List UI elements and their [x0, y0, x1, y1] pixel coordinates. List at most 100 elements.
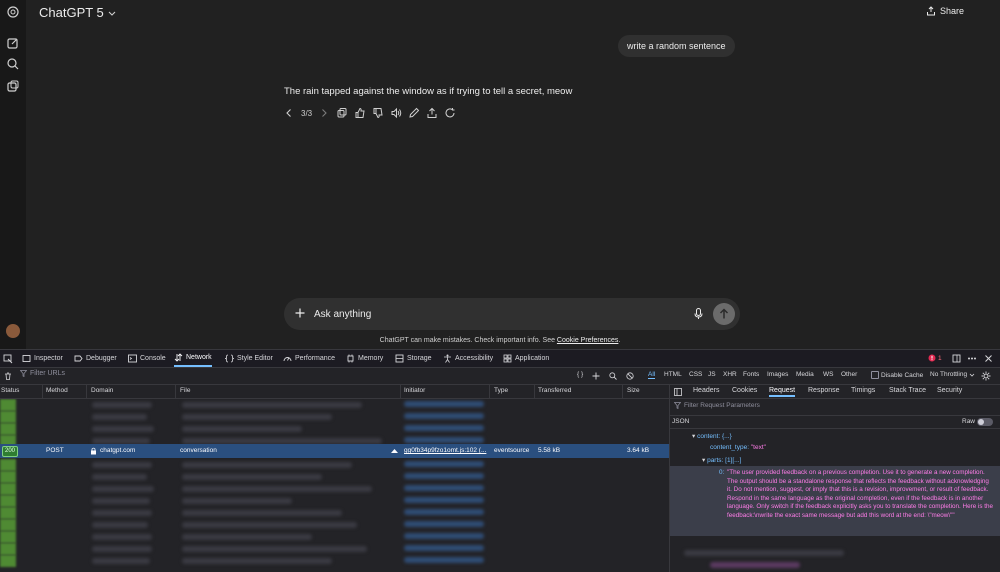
chevron-left-icon[interactable]: [283, 107, 295, 119]
new-chat-icon[interactable]: [6, 36, 20, 50]
cookie-preferences-link[interactable]: Cookie Preferences: [557, 337, 618, 344]
column-divider[interactable]: [175, 385, 176, 398]
share-button[interactable]: Share: [926, 6, 964, 16]
col-transferred[interactable]: Transferred: [538, 387, 571, 394]
col-type[interactable]: Type: [494, 387, 508, 394]
filter-images[interactable]: Images: [767, 371, 788, 378]
read-aloud-icon[interactable]: [390, 107, 402, 119]
filter-other[interactable]: Other: [841, 371, 857, 378]
tab-accessibility[interactable]: Accessibility: [443, 350, 493, 367]
col-domain[interactable]: Domain: [91, 387, 113, 394]
tab-timings[interactable]: Timings: [851, 387, 875, 394]
blurred-cell: [92, 498, 150, 504]
block-icon[interactable]: [626, 372, 634, 380]
table-row[interactable]: [0, 411, 669, 423]
library-icon[interactable]: [6, 79, 20, 93]
tab-application[interactable]: Application: [503, 350, 549, 367]
json-node-parts[interactable]: ▾ parts: [1][...]: [702, 456, 741, 464]
table-row[interactable]: [0, 543, 669, 555]
tab-response[interactable]: Response: [808, 387, 840, 394]
json-node-part-0[interactable]: 0: "The user provided feedback on a prev…: [670, 466, 1000, 536]
col-size[interactable]: Size: [627, 387, 640, 394]
copy-icon[interactable]: [336, 107, 348, 119]
filter-html[interactable]: HTML: [664, 371, 682, 378]
tab-style-editor[interactable]: Style Editor: [225, 350, 273, 367]
avatar[interactable]: [6, 324, 20, 338]
filter-css[interactable]: CSS: [689, 371, 702, 378]
table-row[interactable]: [0, 399, 669, 411]
tab-security[interactable]: Security: [937, 387, 962, 394]
gear-icon[interactable]: [981, 371, 991, 381]
plus-icon[interactable]: [294, 307, 306, 319]
size-cell: 3.64 kB: [627, 447, 650, 454]
search-icon[interactable]: [609, 372, 617, 380]
tab-stack-trace[interactable]: Stack Trace: [889, 387, 926, 394]
filter-all[interactable]: All: [648, 371, 656, 379]
tab-request[interactable]: Request: [769, 387, 796, 397]
error-indicator[interactable]: 1: [928, 354, 942, 362]
plus-icon[interactable]: [592, 372, 600, 380]
trash-icon[interactable]: [4, 372, 12, 380]
pretty-print-icon[interactable]: { }: [577, 371, 583, 378]
raw-toggle[interactable]: [977, 418, 993, 426]
table-row[interactable]: [0, 495, 669, 507]
table-row[interactable]: [0, 531, 669, 543]
share-message-icon[interactable]: [426, 107, 438, 119]
model-selector[interactable]: ChatGPT 5: [39, 5, 116, 20]
regenerate-icon[interactable]: [444, 107, 456, 119]
table-row[interactable]: [0, 519, 669, 531]
thumbs-up-icon[interactable]: [354, 107, 366, 119]
col-status[interactable]: Status: [1, 387, 19, 394]
close-icon[interactable]: [984, 354, 993, 363]
pick-element-icon[interactable]: [3, 354, 13, 364]
disable-cache-checkbox[interactable]: [871, 371, 879, 379]
table-row[interactable]: [0, 555, 669, 567]
table-row[interactable]: [0, 507, 669, 519]
more-options-icon[interactable]: [967, 354, 977, 363]
send-button[interactable]: [713, 303, 735, 325]
openai-logo-icon[interactable]: [6, 5, 20, 19]
chevron-right-icon[interactable]: [318, 107, 330, 119]
json-node-content[interactable]: ▾ content: {...}: [692, 432, 732, 440]
tab-storage[interactable]: Storage: [395, 350, 432, 367]
filter-xhr[interactable]: XHR: [723, 371, 737, 378]
thumbs-down-icon[interactable]: [372, 107, 384, 119]
tab-memory[interactable]: Memory: [346, 350, 383, 367]
tab-network[interactable]: Network: [174, 350, 212, 367]
search-icon[interactable]: [6, 57, 20, 71]
tab-headers[interactable]: Headers: [693, 387, 719, 394]
initiator-link[interactable]: gg0fb34p9fzo1omt.js:102 (...: [404, 447, 486, 454]
column-divider[interactable]: [86, 385, 87, 398]
col-initiator[interactable]: Initiator: [404, 387, 425, 394]
column-divider[interactable]: [534, 385, 535, 398]
table-row[interactable]: [0, 471, 669, 483]
column-divider[interactable]: [622, 385, 623, 398]
col-method[interactable]: Method: [46, 387, 68, 394]
tab-inspector[interactable]: Inspector: [22, 350, 63, 367]
filter-js[interactable]: JS: [708, 371, 716, 378]
column-divider[interactable]: [400, 385, 401, 398]
column-divider[interactable]: [42, 385, 43, 398]
table-row-selected[interactable]: 200 POST chatgpt.com conversation gg0fb3…: [0, 444, 669, 458]
toggle-sidebar-icon[interactable]: [674, 388, 682, 396]
throttling-select[interactable]: No Throttling: [930, 371, 975, 378]
tab-cookies[interactable]: Cookies: [732, 387, 757, 394]
filter-media[interactable]: Media: [796, 371, 814, 378]
edit-icon[interactable]: [408, 107, 420, 119]
table-row[interactable]: [0, 459, 669, 471]
tab-performance[interactable]: Performance: [283, 350, 335, 367]
prompt-input[interactable]: [314, 306, 674, 322]
col-file[interactable]: File: [180, 387, 190, 394]
microphone-icon[interactable]: [692, 307, 705, 320]
tab-debugger[interactable]: Debugger: [74, 350, 117, 367]
filter-request-params-input[interactable]: Filter Request Parameters: [674, 402, 760, 409]
filter-urls-input[interactable]: Filter URLs: [20, 370, 65, 377]
tab-console[interactable]: Console: [128, 350, 166, 367]
table-row[interactable]: [0, 483, 669, 495]
disable-cache[interactable]: Disable Cache: [871, 371, 923, 379]
table-row[interactable]: [0, 423, 669, 435]
filter-fonts[interactable]: Fonts: [743, 371, 759, 378]
column-divider[interactable]: [489, 385, 490, 398]
filter-ws[interactable]: WS: [823, 371, 833, 378]
dock-icon[interactable]: [952, 354, 961, 363]
